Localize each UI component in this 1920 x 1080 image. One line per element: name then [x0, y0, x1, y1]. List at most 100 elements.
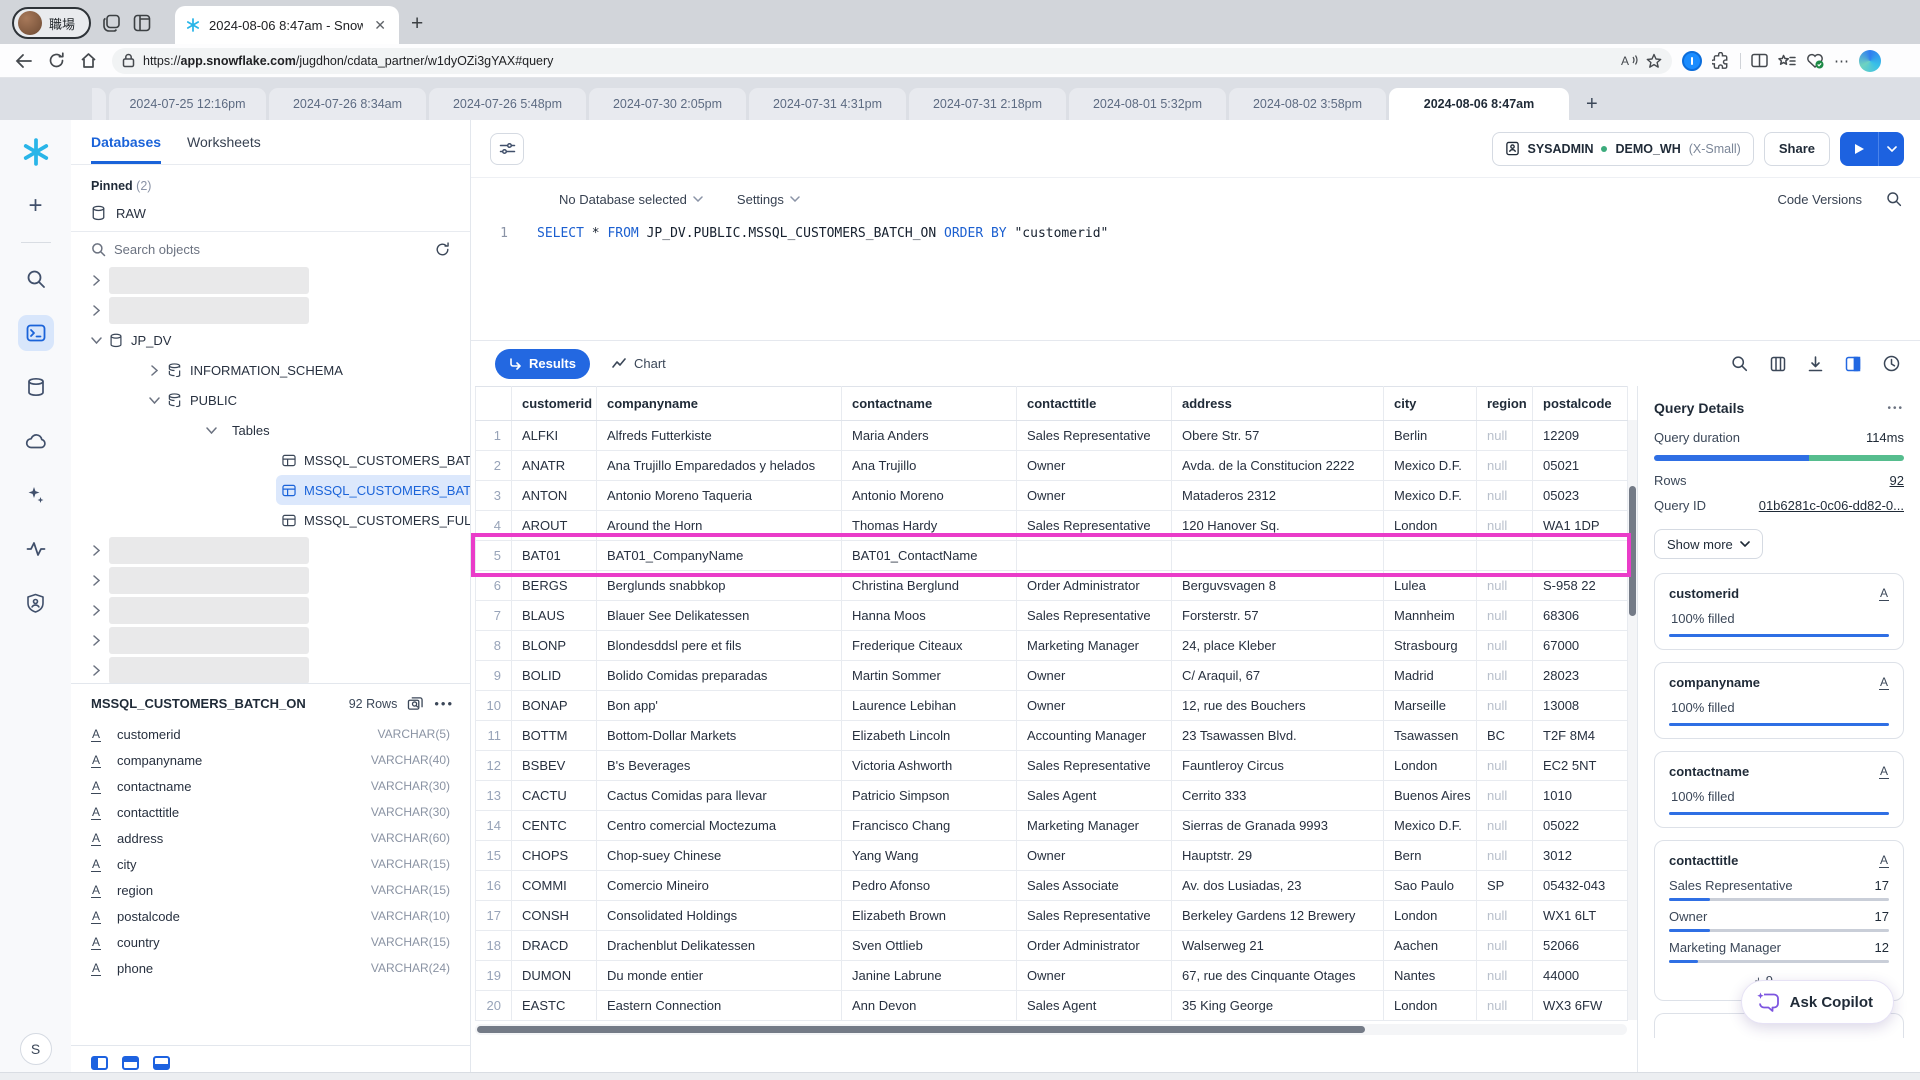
chevron-right-icon[interactable] — [147, 365, 161, 376]
layout-top-icon[interactable] — [122, 1056, 139, 1070]
query-id-link[interactable]: 01b6281c-0c06-dd82-0... — [1759, 498, 1904, 513]
results-search-icon[interactable] — [1731, 355, 1748, 372]
new-worksheet-icon[interactable]: + — [18, 188, 54, 224]
collections-icon[interactable] — [1778, 53, 1796, 69]
worksheet-tab[interactable]: 2024-08-01 5:32pm — [1069, 88, 1226, 120]
browser-essentials-icon[interactable] — [1806, 53, 1824, 69]
read-aloud-icon[interactable]: A — [1620, 53, 1638, 68]
code-versions-link[interactable]: Code Versions — [1777, 192, 1862, 207]
tree-item-public[interactable]: PUBLIC — [71, 385, 470, 415]
role-warehouse-selector[interactable]: SYSADMIN DEMO_WH (X-Small) — [1492, 132, 1754, 166]
split-screen-icon[interactable] — [1751, 53, 1768, 68]
object-search[interactable]: Search objects — [71, 232, 470, 263]
schema-more-icon[interactable]: ••• — [434, 696, 454, 711]
worksheet-config-icon[interactable] — [490, 133, 524, 165]
onepassword-icon[interactable] — [1682, 51, 1702, 71]
column-header-city[interactable]: city — [1384, 387, 1477, 421]
url-text[interactable]: https://app.snowflake.com/jugdhon/cdata_… — [143, 54, 1612, 68]
column-header-postalcode[interactable]: postalcode — [1533, 387, 1628, 421]
favorite-star-icon[interactable] — [1646, 53, 1662, 69]
column-header-address[interactable]: address — [1172, 387, 1384, 421]
tree-item-redacted[interactable] — [71, 655, 470, 683]
worksheets-icon[interactable] — [18, 315, 54, 351]
governance-shield-icon[interactable] — [18, 585, 54, 621]
horizontal-scrollbar[interactable] — [475, 1024, 1627, 1035]
sidebar-tab-worksheets[interactable]: Worksheets — [187, 134, 261, 164]
tab-chart[interactable]: Chart — [612, 356, 666, 371]
browser-profile-chip[interactable]: 職場 — [12, 7, 91, 39]
run-options-caret[interactable] — [1878, 132, 1904, 166]
columns-icon[interactable] — [1770, 356, 1786, 372]
vertical-scrollbar[interactable] — [1628, 420, 1637, 1020]
worksheet-tab[interactable]: 2024-07-26 8:34am — [269, 88, 426, 120]
tree-item-mssql_customers_full[interactable]: MSSQL_CUSTOMERS_FULL — [71, 505, 470, 535]
worksheet-tab[interactable]: 2024-07-31 4:31pm — [749, 88, 906, 120]
horizontal-scrollbar-thumb[interactable] — [477, 1026, 1365, 1033]
tree-item-redacted[interactable] — [71, 565, 470, 595]
worksheet-tab-partial[interactable] — [92, 88, 106, 120]
vertical-scrollbar-thumb[interactable] — [1629, 486, 1636, 616]
tree-item-jp_dv[interactable]: JP_DV — [71, 325, 470, 355]
sql-editor[interactable]: 1 SELECT * FROM JP_DV.PUBLIC.MSSQL_CUSTO… — [471, 220, 1920, 340]
databases-icon[interactable] — [18, 369, 54, 405]
tree-item-mssql_customers_batch_off[interactable]: MSSQL_CUSTOMERS_BATCH_OFF — [71, 445, 470, 475]
snowflake-logo[interactable] — [18, 134, 54, 170]
tree-item-redacted[interactable] — [71, 295, 470, 325]
tab-results[interactable]: Results — [495, 349, 590, 379]
tree-item-redacted[interactable] — [71, 625, 470, 655]
layout-bottom-icon[interactable] — [153, 1056, 170, 1070]
copilot-icon[interactable] — [1859, 50, 1881, 72]
run-button[interactable] — [1840, 132, 1878, 166]
share-button[interactable]: Share — [1764, 132, 1830, 166]
query-history-icon[interactable] — [1883, 355, 1900, 372]
browser-tab-active[interactable]: 2024-08-06 8:47am - Snowfla ✕ — [175, 6, 399, 44]
layout-left-icon[interactable] — [91, 1056, 108, 1070]
worksheet-tab[interactable]: 2024-07-25 12:16pm — [109, 88, 266, 120]
column-header-contacttitle[interactable]: contacttitle — [1017, 387, 1172, 421]
ai-sparkles-icon[interactable] — [18, 477, 54, 513]
user-avatar[interactable]: S — [20, 1033, 52, 1065]
preview-data-icon[interactable] — [407, 696, 424, 711]
back-icon[interactable] — [10, 48, 38, 74]
marketplace-cloud-icon[interactable] — [18, 423, 54, 459]
rows-value-link[interactable]: 92 — [1890, 473, 1904, 488]
column-header-companyname[interactable]: companyname — [597, 387, 842, 421]
column-header-customerid[interactable]: customerid — [512, 387, 597, 421]
workspaces-icon[interactable] — [97, 8, 127, 38]
more-options-icon[interactable]: ⋯ — [1834, 52, 1849, 70]
refresh-icon[interactable] — [42, 48, 70, 74]
refresh-objects-icon[interactable] — [435, 242, 450, 257]
search-icon[interactable] — [18, 261, 54, 297]
sidebar-tab-databases[interactable]: Databases — [91, 134, 161, 164]
extension-icon[interactable] — [1712, 52, 1730, 70]
tree-item-redacted[interactable] — [71, 535, 470, 565]
home-icon[interactable] — [74, 48, 102, 74]
chevron-down-icon[interactable] — [89, 337, 103, 344]
tab-close-icon[interactable]: ✕ — [371, 17, 389, 34]
tree-item-redacted[interactable] — [71, 595, 470, 625]
worksheet-tab[interactable]: 2024-08-06 8:47am — [1389, 88, 1569, 120]
chevron-down-icon[interactable] — [204, 427, 218, 434]
column-header-contactname[interactable]: contactname — [842, 387, 1017, 421]
new-tab-icon[interactable]: + — [411, 12, 423, 36]
query-details-more-icon[interactable]: ••• — [1887, 403, 1904, 414]
tab-search-icon[interactable] — [127, 8, 157, 38]
database-selector[interactable]: No Database selected — [559, 192, 703, 207]
settings-dropdown[interactable]: Settings — [737, 192, 800, 207]
activity-icon[interactable] — [18, 531, 54, 567]
worksheet-tab[interactable]: 2024-07-30 2:05pm — [589, 88, 746, 120]
tree-item-redacted[interactable] — [71, 265, 470, 295]
worksheet-tab[interactable]: 2024-07-31 2:18pm — [909, 88, 1066, 120]
tree-item-information_schema[interactable]: INFORMATION_SCHEMA — [71, 355, 470, 385]
site-permissions-icon[interactable] — [122, 53, 135, 68]
tree-item-mssql_customers_batch_on[interactable]: MSSQL_CUSTOMERS_BATCH_ON — [71, 475, 470, 505]
editor-search-icon[interactable] — [1886, 191, 1902, 207]
column-header-region[interactable]: region — [1477, 387, 1533, 421]
new-worksheet-tab-icon[interactable]: + — [1572, 88, 1612, 120]
worksheet-tab[interactable]: 2024-08-02 3:58pm — [1229, 88, 1386, 120]
address-bar[interactable]: https://app.snowflake.com/jugdhon/cdata_… — [112, 48, 1672, 74]
download-icon[interactable] — [1808, 356, 1823, 372]
chevron-down-icon[interactable] — [147, 397, 161, 404]
ask-copilot-button[interactable]: Ask Copilot — [1741, 980, 1894, 1024]
pinned-item-raw[interactable]: RAW — [71, 197, 470, 232]
